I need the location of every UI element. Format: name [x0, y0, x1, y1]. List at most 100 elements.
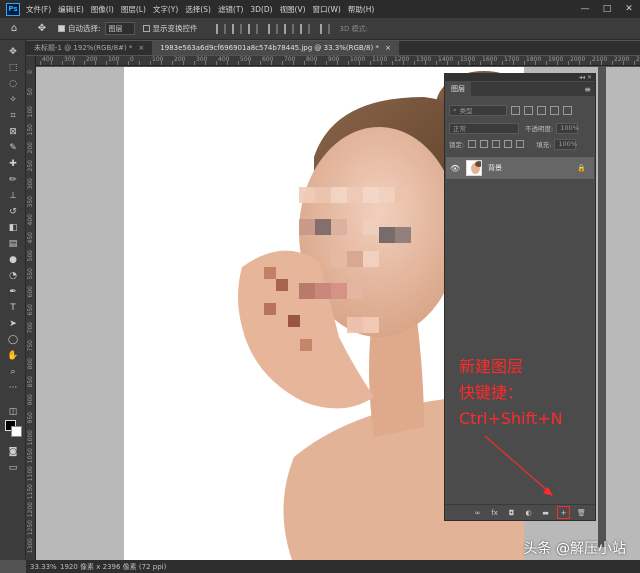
filter-shape-icon[interactable]: [550, 105, 559, 115]
screen-mode-icon[interactable]: ▭: [6, 462, 20, 474]
filter-smart-object-icon[interactable]: [563, 105, 572, 115]
ruler-label: 650: [27, 304, 34, 316]
move-tool-icon[interactable]: ✥: [34, 22, 50, 36]
hand-tool-icon[interactable]: ✋: [6, 350, 20, 362]
filter-type-icon[interactable]: [537, 105, 546, 115]
menu-edit[interactable]: 编辑(E): [58, 4, 84, 15]
lock-transparent-icon[interactable]: [468, 140, 477, 148]
eye-icon[interactable]: 👁: [450, 164, 462, 173]
new-layer-button[interactable]: +: [557, 506, 570, 519]
filter-pixel-icon[interactable]: [511, 105, 520, 115]
zoom-level[interactable]: 33.33%: [26, 563, 57, 571]
filter-adjustment-icon[interactable]: [524, 105, 533, 115]
pen-tool-icon[interactable]: ✒: [6, 286, 20, 298]
background-color-swatch[interactable]: [11, 426, 22, 437]
menu-help[interactable]: 帮助(H): [348, 4, 375, 15]
align-middle-icon[interactable]: [231, 23, 242, 34]
tab-photo[interactable]: 1983e563a6d9cf696901a8c574b78445.jpg @ 3…: [152, 41, 399, 55]
align-right-icon[interactable]: [299, 23, 310, 34]
zoom-tool-icon[interactable]: ⌕: [6, 366, 20, 378]
tab-close-icon[interactable]: ×: [385, 44, 391, 52]
ruler-tick: [348, 61, 349, 65]
tab-layers[interactable]: 图层: [445, 82, 471, 96]
lock-image-icon[interactable]: [480, 140, 489, 148]
frame-tool-icon[interactable]: ⊠: [6, 126, 20, 138]
move-tool-icon[interactable]: ✥: [6, 46, 20, 58]
vertical-scrollbar[interactable]: [598, 67, 606, 547]
auto-select-target-dropdown[interactable]: 图层: [104, 22, 135, 35]
tab-close-icon[interactable]: ×: [138, 44, 144, 52]
menu-view[interactable]: 视图(V): [280, 4, 306, 15]
blur-tool-icon[interactable]: ●: [6, 254, 20, 266]
distribute-icon[interactable]: [319, 23, 330, 34]
align-left-icon[interactable]: [267, 23, 278, 34]
menu-image[interactable]: 图像(I): [91, 4, 114, 15]
layer-row-background[interactable]: 👁 背景 🔒: [446, 157, 594, 179]
link-layers-icon[interactable]: ∞: [472, 507, 483, 518]
menu-window[interactable]: 窗口(W): [313, 4, 341, 15]
ruler-tick: [315, 61, 316, 65]
photoshop-logo: Ps: [6, 2, 20, 16]
home-icon[interactable]: ⌂: [6, 22, 22, 36]
lock-position-icon[interactable]: [492, 140, 501, 148]
adjustment-layer-icon[interactable]: ◐: [523, 507, 534, 518]
opacity-input[interactable]: 100%: [556, 122, 579, 134]
menu-filter[interactable]: 滤镜(T): [218, 4, 243, 15]
align-top-icon[interactable]: [215, 23, 226, 34]
layer-style-icon[interactable]: fx: [489, 507, 500, 518]
ellipse-tool-icon[interactable]: ◯: [6, 334, 20, 346]
menu-type[interactable]: 文字(Y): [153, 4, 178, 15]
trash-icon[interactable]: 🗑: [576, 507, 587, 518]
healing-brush-icon[interactable]: ✚: [6, 158, 20, 170]
ruler-tick: [117, 61, 118, 65]
align-bottom-icon[interactable]: [247, 23, 258, 34]
type-tool-icon[interactable]: T: [6, 302, 20, 314]
eraser-icon[interactable]: ◧: [6, 222, 20, 234]
minimize-button[interactable]: —: [574, 0, 596, 18]
panel-menu-icon[interactable]: ≡: [584, 82, 591, 96]
quick-mask-icon[interactable]: ◙: [6, 446, 20, 458]
lock-icon[interactable]: 🔒: [577, 164, 586, 172]
magic-wand-icon[interactable]: ✧: [6, 94, 20, 106]
layer-mask-icon[interactable]: ◘: [506, 507, 517, 518]
ruler-label: 1200: [394, 56, 410, 63]
ruler-label: 850: [27, 376, 34, 388]
path-select-icon[interactable]: ➤: [6, 318, 20, 330]
menu-select[interactable]: 选择(S): [185, 4, 211, 15]
layer-name[interactable]: 背景: [488, 163, 502, 173]
clone-stamp-icon[interactable]: ⊥: [6, 190, 20, 202]
dodge-tool-icon[interactable]: ◔: [6, 270, 20, 282]
watermark: 头条 @解压小站: [523, 541, 626, 557]
lock-all-icon[interactable]: [516, 140, 525, 148]
ruler-tick: [249, 61, 250, 65]
checkbox-checked-icon: [58, 25, 65, 32]
maximize-button[interactable]: □: [596, 0, 618, 18]
align-center-icon[interactable]: [283, 23, 294, 34]
more-tools-icon[interactable]: ···: [6, 382, 20, 394]
document-info[interactable]: 1920 像素 x 2396 像素 (72 ppi): [56, 562, 166, 572]
fill-input[interactable]: 100%: [554, 138, 577, 150]
panel-collapse-bar[interactable]: ◂◂ ✕: [444, 73, 596, 81]
lasso-tool-icon[interactable]: ◌: [6, 78, 20, 90]
marquee-tool-icon[interactable]: ⬚: [6, 62, 20, 74]
tab-untitled[interactable]: 未标题-1 @ 192%(RGB/8#) * ×: [26, 41, 152, 55]
lock-artboard-icon[interactable]: [504, 140, 513, 148]
ruler-tick: [502, 61, 503, 65]
opacity-label: 不透明度:: [525, 125, 554, 133]
menu-layer[interactable]: 图层(L): [121, 4, 146, 15]
default-colors-icon[interactable]: ◫: [6, 406, 20, 418]
close-window-button[interactable]: ✕: [618, 0, 640, 18]
menu-3d[interactable]: 3D(D): [250, 5, 272, 14]
eyedropper-icon[interactable]: ✎: [6, 142, 20, 154]
blend-mode-dropdown[interactable]: 正常: [449, 122, 519, 134]
auto-select-checkbox[interactable]: 自动选择:: [58, 23, 101, 34]
history-brush-icon[interactable]: ↺: [6, 206, 20, 218]
ruler-tick: [436, 61, 437, 65]
crop-tool-icon[interactable]: ⌗: [6, 110, 20, 122]
menu-file[interactable]: 文件(F): [26, 4, 51, 15]
gradient-tool-icon[interactable]: ▤: [6, 238, 20, 250]
brush-tool-icon[interactable]: ✏: [6, 174, 20, 186]
layer-filter-dropdown[interactable]: ⌕ 类型: [449, 104, 507, 116]
new-group-icon[interactable]: ▬: [540, 507, 551, 518]
show-transform-checkbox[interactable]: 显示变换控件: [142, 23, 198, 34]
